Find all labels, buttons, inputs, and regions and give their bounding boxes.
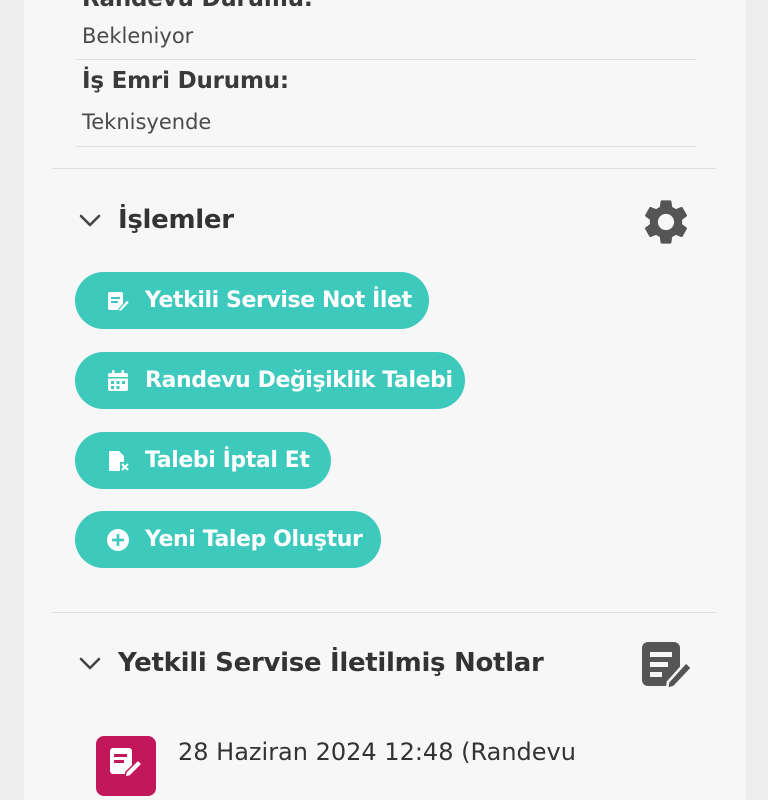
divider	[76, 146, 696, 147]
note-list-item[interactable]: 28 Haziran 2024 12:48 (Randevu	[96, 736, 576, 796]
chevron-down-icon	[79, 214, 101, 227]
notes-section-header[interactable]: Yetkili Servise İletilmiş Notlar	[76, 648, 544, 678]
note-date-text: 28 Haziran 2024 12:48 (Randevu	[178, 738, 576, 766]
appointment-status-label: Randevu Durumu:	[82, 0, 313, 12]
cancel-request-button[interactable]: Talebi İptal Et	[75, 432, 331, 489]
section-divider	[52, 168, 716, 169]
appointment-change-label: Randevu Değişiklik Talebi	[145, 368, 453, 393]
work-order-status-label: İş Emri Durumu:	[82, 68, 289, 94]
chevron-down-icon	[79, 657, 101, 670]
note-badge-icon	[96, 736, 156, 796]
actions-section-title: İşlemler	[118, 205, 234, 235]
appointment-status-value: Bekleniyor	[82, 24, 194, 48]
plus-circle-icon	[107, 528, 129, 551]
send-note-button[interactable]: Yetkili Servise Not İlet	[75, 272, 429, 329]
appointment-change-button[interactable]: Randevu Değişiklik Talebi	[75, 352, 465, 409]
gear-icon[interactable]	[639, 195, 693, 249]
send-note-label: Yetkili Servise Not İlet	[145, 288, 412, 313]
file-cancel-icon	[109, 450, 129, 471]
note-edit-icon	[108, 291, 131, 313]
notes-section-title: Yetkili Servise İletilmiş Notlar	[118, 648, 544, 678]
note-edit-icon[interactable]	[638, 638, 694, 690]
actions-section-header[interactable]: İşlemler	[76, 205, 234, 235]
new-request-label: Yeni Talep Oluştur	[145, 527, 363, 552]
section-divider	[52, 612, 716, 613]
work-order-status-value: Teknisyende	[82, 110, 212, 134]
divider	[76, 59, 696, 60]
cancel-request-label: Talebi İptal Et	[145, 448, 310, 473]
new-request-button[interactable]: Yeni Talep Oluştur	[75, 511, 381, 568]
calendar-icon	[108, 369, 128, 391]
